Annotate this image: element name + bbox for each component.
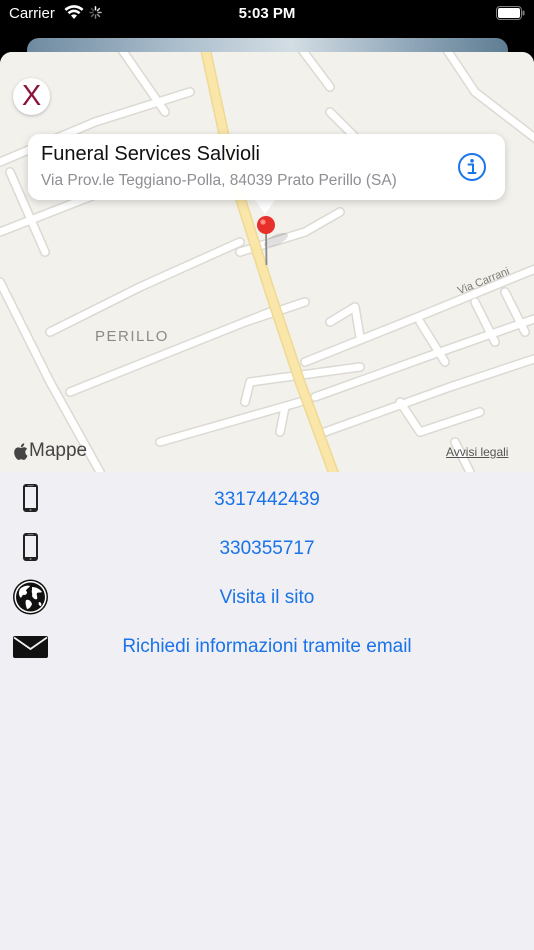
battery-icon	[496, 6, 525, 20]
callout-title: Funeral Services Salvioli	[41, 143, 260, 165]
maps-attribution: Mappe	[13, 440, 87, 462]
contact-row-phone-1[interactable]: 3317442439	[0, 475, 534, 524]
phone-1-link[interactable]: 3317442439	[0, 489, 534, 511]
map-pin-icon[interactable]	[254, 215, 294, 267]
website-link[interactable]: Visita il sito	[0, 587, 534, 609]
status-bar: Carrier 5:03 PM	[0, 0, 534, 30]
apple-logo-icon	[14, 442, 28, 460]
map-callout[interactable]: Funeral Services Salvioli Via Prov.le Te…	[28, 134, 505, 200]
legal-notices-link[interactable]: Avvisi legali	[446, 445, 508, 459]
maps-attribution-label: Mappe	[29, 440, 88, 461]
phone-2-link[interactable]: 330355717	[0, 538, 534, 560]
email-request-link[interactable]: Richiedi informazioni tramite email	[0, 636, 534, 658]
info-circle-icon[interactable]	[457, 152, 487, 182]
close-button[interactable]: X	[13, 78, 50, 115]
contact-row-phone-2[interactable]: 330355717	[0, 524, 534, 573]
detail-sheet: llo PERILLO Via Carrani X Funeral Servic…	[0, 52, 534, 950]
contact-row-email[interactable]: Richiedi informazioni tramite email	[0, 622, 534, 671]
callout-subtitle: Via Prov.le Teggiano-Polla, 84039 Prato …	[41, 172, 397, 189]
map-view[interactable]: llo PERILLO Via Carrani X Funeral Servic…	[0, 52, 534, 472]
place-label: PERILLO	[95, 328, 169, 345]
status-time: 5:03 PM	[238, 5, 296, 22]
contact-row-website[interactable]: Visita il sito	[0, 573, 534, 622]
